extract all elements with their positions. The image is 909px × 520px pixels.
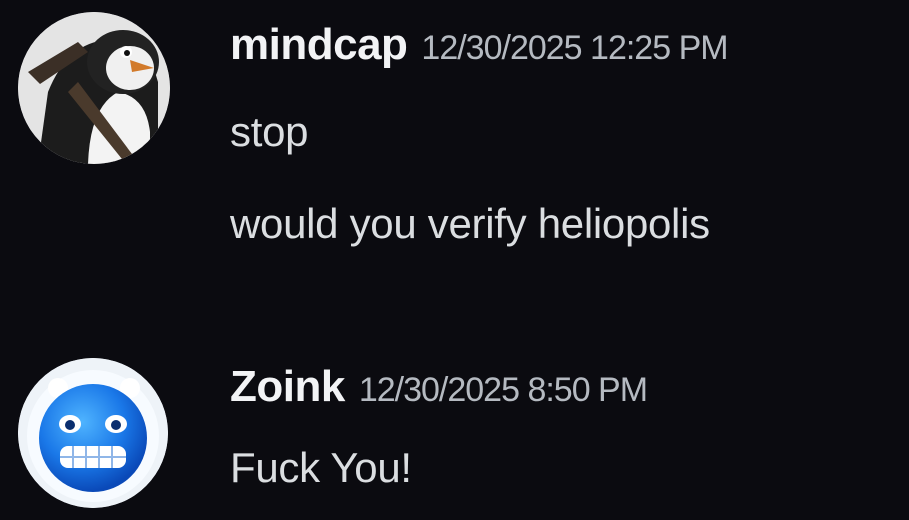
message-header: mindcap 12/30/2025 12:25 PM [230,20,729,70]
timestamp: 12/30/2025 8:50 PM [358,371,648,409]
message-header: Zoink 12/30/2025 8:50 PM [230,362,648,412]
message-text: would you verify heliopolis [230,200,710,247]
chat-message-list: mindcap 12/30/2025 12:25 PM stop would yo… [0,0,909,520]
message-text: stop [230,108,309,155]
username[interactable]: Zoink [230,362,345,411]
timestamp: 12/30/2025 12:25 PM [421,29,728,67]
chat-message: mindcap 12/30/2025 12:25 PM stop would yo… [0,0,909,290]
message-text: Fuck You! [230,444,412,491]
blue-grimace-emoji-avatar-icon[interactable] [18,358,168,508]
username[interactable]: mindcap [230,20,408,69]
chat-message: Zoink 12/30/2025 8:50 PM Fuck You! [0,340,909,520]
penguin-avatar-icon[interactable] [18,12,170,164]
